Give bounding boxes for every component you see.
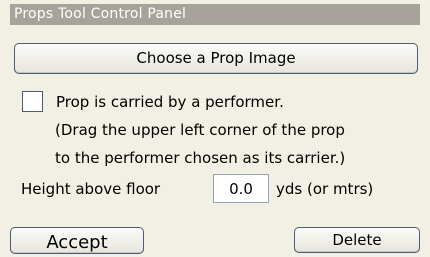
panel-title: Props Tool Control Panel [10,4,420,25]
height-above-floor-label: Height above floor [21,180,161,198]
carried-instructions-line-1: (Drag the upper left corner of the prop [55,121,345,139]
height-units-label: yds (or mtrs) [276,180,374,198]
carried-by-performer-checkbox[interactable] [22,91,43,112]
carried-by-performer-label: Prop is carried by a performer. [56,93,284,111]
choose-prop-image-button[interactable]: Choose a Prop Image [14,43,418,74]
accept-button[interactable]: Accept [10,227,144,254]
props-tool-control-panel: Props Tool Control Panel Choose a Prop I… [0,0,430,257]
delete-button[interactable]: Delete [294,227,420,253]
height-above-floor-input[interactable] [213,174,269,203]
carried-instructions-line-2: to the performer chosen as its carrier.) [55,149,346,167]
